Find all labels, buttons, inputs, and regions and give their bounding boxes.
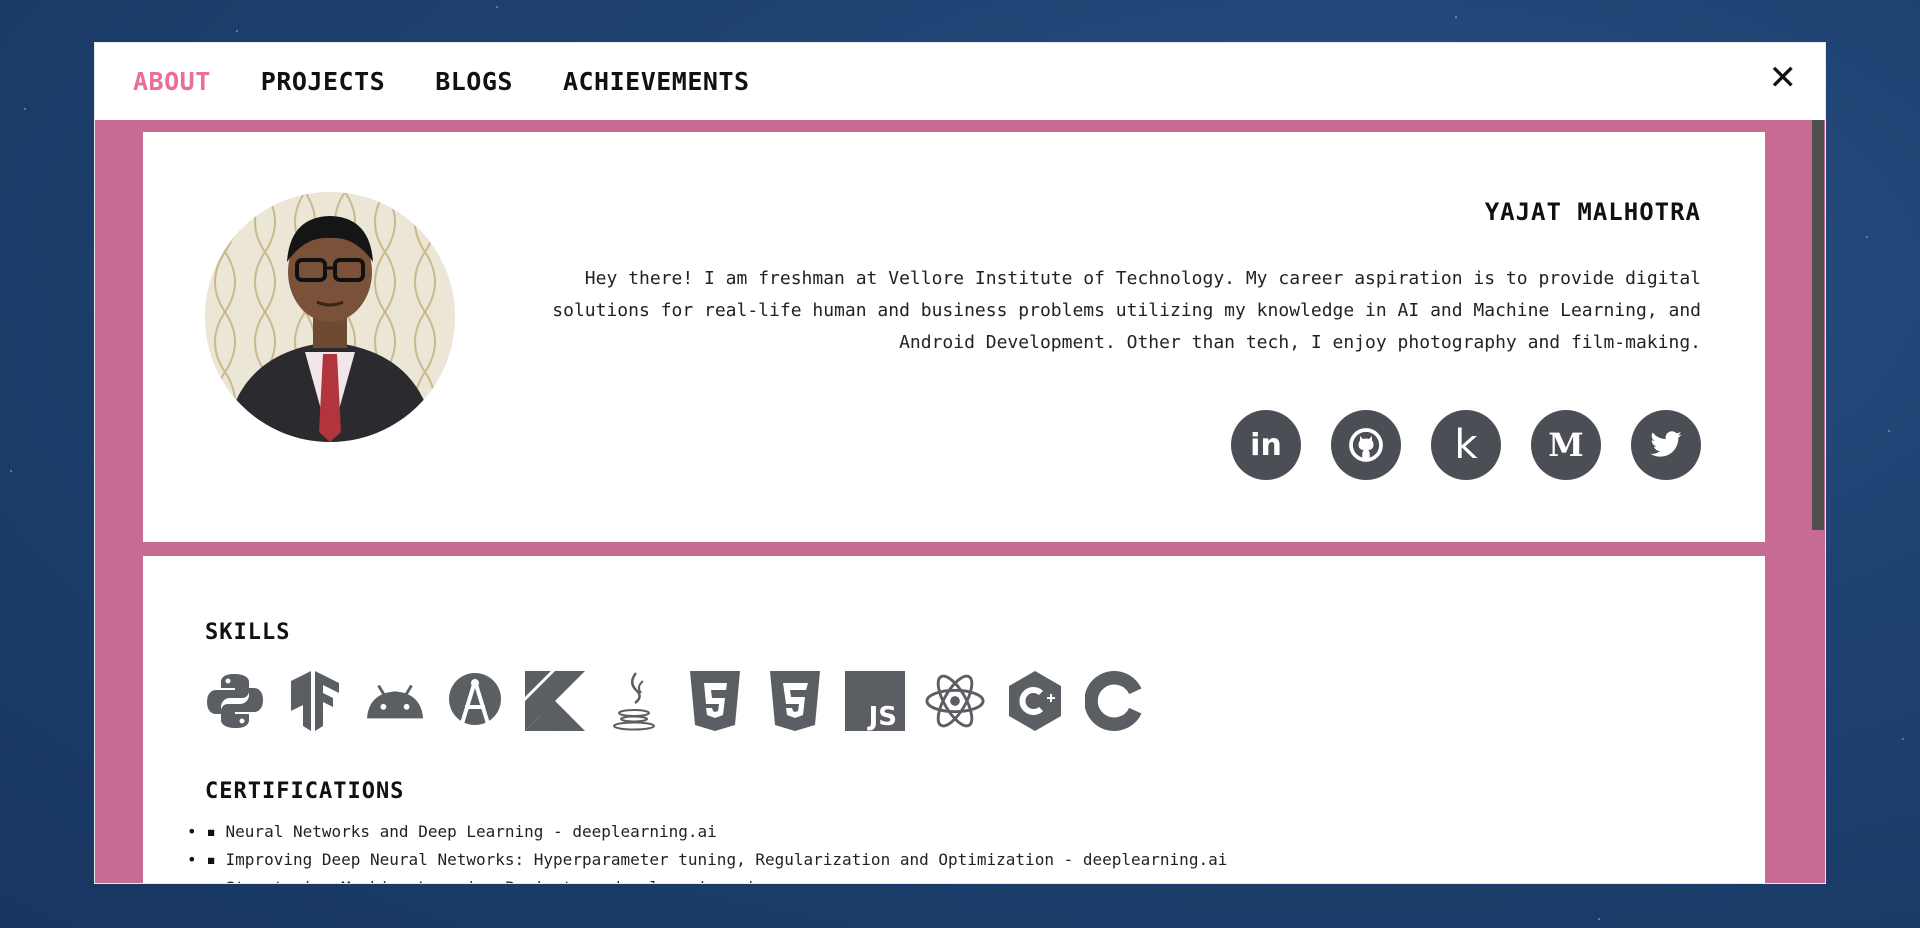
profile-name: YAJAT MALHOTRA (1484, 198, 1701, 226)
background-star (24, 108, 26, 110)
android-icon (365, 670, 425, 732)
background-star (10, 470, 12, 472)
tab-about[interactable]: ABOUT (133, 67, 211, 96)
modal-nav-bar: ABOUT PROJECTS BLOGS ACHIEVEMENTS ✕ (95, 43, 1825, 120)
tensorflow-icon (285, 670, 345, 732)
background-star (496, 6, 498, 8)
profile-photo (205, 192, 455, 442)
kaggle-icon: k (1454, 422, 1478, 468)
svg-text:JS: JS (867, 702, 897, 731)
java-icon (605, 670, 665, 732)
about-modal: ABOUT PROJECTS BLOGS ACHIEVEMENTS ✕ YAJA… (94, 42, 1826, 884)
github-icon (1349, 428, 1383, 462)
certifications-heading: CERTIFICATIONS (205, 779, 405, 804)
social-links: in k M (1201, 410, 1701, 480)
scrollbar-thumb[interactable] (1812, 120, 1824, 530)
list-item: Improving Deep Neural Networks: Hyperpar… (187, 846, 1228, 874)
android-studio-icon (445, 670, 505, 732)
about-card: YAJAT MALHOTRA Hey there! I am freshman … (143, 132, 1765, 542)
javascript-icon: JS (845, 670, 905, 732)
python-icon (205, 670, 265, 732)
background-star (1866, 236, 1868, 238)
background-star (236, 30, 238, 32)
skills-heading: SKILLS (205, 620, 291, 645)
react-icon (925, 670, 985, 732)
medium-icon: M (1548, 426, 1584, 464)
list-item: Neural Networks and Deep Learning - deep… (187, 818, 1227, 846)
twitter-link[interactable] (1631, 410, 1701, 480)
background-star (1888, 430, 1890, 432)
tab-projects[interactable]: PROJECTS (261, 67, 385, 96)
medium-link[interactable]: M (1531, 410, 1601, 480)
certifications-list: Neural Networks and Deep Learning - deep… (187, 818, 1228, 883)
kaggle-link[interactable]: k (1431, 410, 1501, 480)
github-link[interactable] (1331, 410, 1401, 480)
background-star (1598, 918, 1600, 920)
background-star (1455, 16, 1457, 18)
html5-icon (685, 670, 745, 732)
css3-icon (765, 670, 825, 732)
background-star (1902, 738, 1904, 740)
linkedin-icon: in (1250, 427, 1282, 463)
linkedin-link[interactable]: in (1231, 410, 1301, 480)
list-item: Structuring Machine Learning Projects - … (187, 874, 1227, 883)
tab-achievements[interactable]: ACHIEVEMENTS (563, 67, 750, 96)
cpp-icon (1005, 670, 1065, 732)
tab-blogs[interactable]: BLOGS (435, 67, 513, 96)
profile-bio: Hey there! I am freshman at Vellore Inst… (552, 268, 1701, 353)
skills-icon-row: JS (205, 670, 1165, 732)
twitter-icon (1650, 431, 1682, 457)
close-button[interactable]: ✕ (1769, 61, 1798, 95)
skills-card: SKILLS JS CERTIFICATIONS • ▪ Neural Netw… (143, 556, 1765, 883)
kotlin-icon (525, 670, 585, 732)
c-icon (1085, 670, 1145, 732)
